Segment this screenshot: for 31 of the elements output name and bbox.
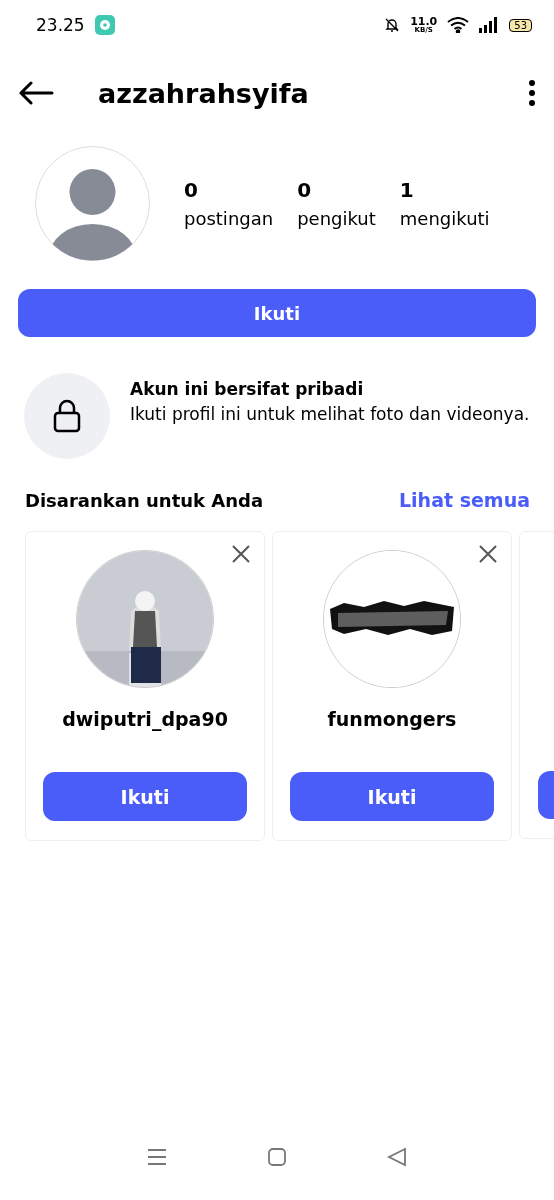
avatar-placeholder-icon	[35, 146, 150, 261]
wifi-icon	[447, 17, 470, 33]
menu-icon[interactable]	[147, 1148, 167, 1166]
follow-button[interactable]: Ikuti	[290, 772, 494, 821]
muted-bell-icon	[384, 17, 401, 33]
see-all-link[interactable]: Lihat semua	[399, 489, 530, 511]
stat-count: 0	[297, 178, 313, 202]
home-square-icon[interactable]	[267, 1147, 287, 1167]
app-notification-icon	[94, 15, 115, 35]
follow-button[interactable]: Ikuti	[43, 772, 247, 821]
speed-value: 11.0	[410, 16, 438, 27]
battery-indicator: 53	[509, 18, 532, 32]
lock-icon	[53, 399, 81, 433]
stat-count: 1	[399, 178, 415, 202]
private-description: Ikuti profil ini untuk melihat foto dan videonya.	[130, 403, 530, 426]
profile-username: azzahrahsyifa	[98, 77, 310, 109]
back-arrow-icon[interactable]	[18, 81, 54, 105]
more-options-icon[interactable]	[528, 80, 536, 106]
back-triangle-icon[interactable]	[387, 1147, 407, 1167]
stat-count: 0	[184, 178, 199, 202]
suggested-username: funmongers	[327, 708, 457, 730]
stat-label: mengikuti	[399, 208, 490, 229]
suggestions-title: Disarankan untuk Anda	[25, 489, 264, 511]
private-title: Akun ini bersifat pribadi	[130, 379, 365, 399]
suggested-username: dwiputri_dpa90	[62, 708, 228, 730]
stat-label: pengikut	[297, 208, 376, 229]
follow-button[interactable]	[538, 771, 554, 819]
status-time: 23.25	[36, 15, 85, 35]
signal-icon	[479, 17, 500, 33]
stat-label: postingan	[184, 208, 274, 229]
follow-button[interactable]: Ikuti	[18, 289, 536, 337]
